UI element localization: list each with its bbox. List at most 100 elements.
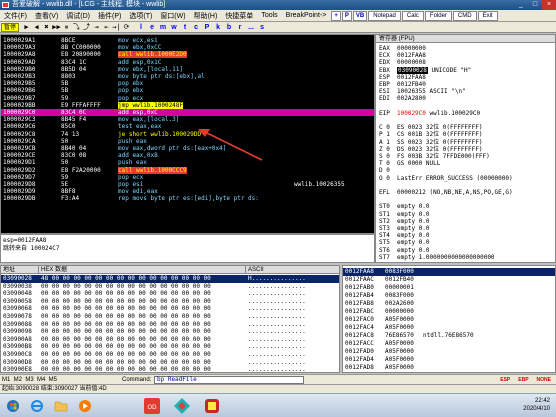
run-icon[interactable]: ▶▶ bbox=[52, 23, 61, 32]
ebp-button[interactable]: EBP bbox=[515, 376, 531, 384]
disasm-row[interactable]: 1000029B0 8B5D 04 mov ebx,[local.11] bbox=[1, 66, 374, 73]
open-icon[interactable]: ▶ bbox=[22, 23, 31, 32]
ie-icon[interactable] bbox=[28, 396, 46, 416]
disasm-row[interactable]: 1000029C0 83C4 0C add esp,0xC bbox=[1, 109, 374, 116]
debugger-taskbar-icon[interactable]: OD bbox=[140, 396, 164, 416]
register-line[interactable]: EBP 0012FB40 bbox=[379, 81, 430, 88]
register-value[interactable]: DS 0023 bbox=[397, 146, 422, 153]
disasm-row[interactable]: 1000029D1 50 push eax bbox=[1, 159, 374, 166]
register-line[interactable]: O 0 LastErr ERROR_SUCCESS (00000000) bbox=[379, 175, 513, 182]
register-value[interactable]: 03090028 bbox=[397, 66, 428, 74]
register-line[interactable]: EDI 002A2800 bbox=[379, 95, 430, 102]
plus-button[interactable]: + bbox=[331, 10, 341, 21]
register-value[interactable]: FS 003B bbox=[397, 153, 422, 160]
pause-icon[interactable]: ⏸ bbox=[62, 23, 71, 32]
notepad-button[interactable]: Notepad bbox=[368, 10, 401, 21]
disasm-row[interactable]: 1000029B7 59 pop ecx bbox=[1, 95, 374, 102]
register-line[interactable]: ST6 empty 0.0 bbox=[379, 247, 430, 254]
stack-row[interactable]: 0012FAD0 A05F0000 bbox=[343, 348, 555, 356]
register-line[interactable]: ST0 empty 0.0 bbox=[379, 203, 430, 210]
disasm-row[interactable]: 1000029C8 74 13 je short wwlib.100029DD bbox=[1, 131, 374, 138]
disasm-row[interactable]: 1000029D2 E8 F2A20000 call wwlib.1000CCC9 bbox=[1, 166, 374, 174]
register-line[interactable]: EIP 100029C0 wwlib.100029C0 bbox=[379, 110, 480, 117]
esp-button[interactable]: ESP bbox=[497, 376, 513, 384]
register-value[interactable]: 10026355 bbox=[397, 88, 426, 95]
source-window-button[interactable]: s bbox=[257, 23, 267, 32]
register-line[interactable]: ECX 0012FAA8 bbox=[379, 52, 430, 59]
disasm-row[interactable]: 1000029DB F3:A4 rep movs byte ptr es:[edi]… bbox=[1, 195, 374, 202]
dump-header-ascii[interactable]: ASCII bbox=[246, 266, 339, 274]
stack-row[interactable]: 0012FAC8 76E86570 ntdll.76E86570 bbox=[343, 332, 555, 340]
register-value[interactable]: empty bbox=[397, 239, 415, 246]
dump-header-hex[interactable]: HEX 数据 bbox=[39, 266, 246, 274]
trace-into-icon[interactable]: ⇥ bbox=[92, 23, 101, 32]
taskbar-clock[interactable]: 22:42 2020/4/10 bbox=[523, 397, 550, 413]
start-icon[interactable] bbox=[4, 396, 22, 416]
cmd-button[interactable]: CMD bbox=[452, 10, 477, 21]
folder-button[interactable]: Folder bbox=[424, 10, 452, 21]
run-trace-window-button[interactable]: ... bbox=[246, 23, 256, 32]
disassembly-pane[interactable]: 1000029A1 8BCE mov ecx,esi 1000029A3 8B CC00… bbox=[0, 34, 375, 234]
dump-row[interactable]: 03090088 00 00 00 00 00 00 00 00 00 00 00… bbox=[1, 321, 339, 329]
disasm-row[interactable]: 1000029AD 83C4 1C add esp,0x1C bbox=[1, 59, 374, 66]
disasm-row[interactable]: 1000029B5 5B pop ebx bbox=[1, 80, 374, 87]
register-line[interactable]: ST5 empty 0.0 bbox=[379, 239, 430, 246]
register-line[interactable] bbox=[379, 117, 401, 124]
register-value[interactable]: 00000000 bbox=[397, 45, 426, 52]
patches-window-button[interactable]: P bbox=[202, 23, 212, 32]
register-value[interactable]: empty bbox=[397, 247, 415, 254]
register-line[interactable]: A 1 SS 0023 32位 0(FFFFFFFF) bbox=[379, 139, 483, 146]
media-icon[interactable] bbox=[76, 396, 94, 416]
menu-file[interactable]: 文件(F) bbox=[0, 11, 31, 21]
register-line[interactable]: ST7 empty 1.0000000000000000000 bbox=[379, 254, 495, 261]
disasm-row[interactable]: 1000029D9 8BF8 mov edi,eax bbox=[1, 188, 374, 195]
stack-row[interactable]: 0012FAAC 0012FB40 bbox=[343, 276, 555, 284]
goto-icon[interactable]: ⟳ bbox=[122, 23, 131, 32]
menu-window[interactable]: 窗口(W) bbox=[156, 11, 189, 21]
register-value[interactable]: empty bbox=[397, 254, 415, 261]
dump-header-address[interactable]: 地址 bbox=[1, 266, 39, 274]
step-over-icon[interactable]: ⤴ bbox=[82, 23, 91, 32]
register-line[interactable]: EFL 00000212 (NO,NB,NE,A,NS,PO,GE,G) bbox=[379, 189, 513, 196]
register-line[interactable]: EAX 00000000 bbox=[379, 45, 430, 52]
disasm-row[interactable]: 1000029CA 50 push eax bbox=[1, 138, 374, 145]
register-line[interactable]: ST2 empty 0.0 bbox=[379, 218, 430, 225]
dump-row[interactable]: 03090098 00 00 00 00 00 00 00 00 00 00 00… bbox=[1, 328, 339, 336]
menu-help[interactable]: 帮助(H) bbox=[190, 11, 222, 21]
register-line[interactable]: ESI 10026355 ASCII "\n" bbox=[379, 88, 466, 95]
dump-row[interactable]: 030900E8 00 00 00 00 00 00 00 00 00 00 00… bbox=[1, 366, 339, 372]
callstack-window-button[interactable]: k bbox=[213, 23, 223, 32]
register-value[interactable]: empty bbox=[397, 232, 415, 239]
dump-row[interactable]: 03090028 48 00 00 00 00 00 00 00 00 00 00… bbox=[1, 275, 339, 283]
registers-pane[interactable]: 寄存器 (FPU) EAX 00000000 ECX 0012FAA8 EDX 000… bbox=[375, 34, 556, 263]
register-value[interactable]: 0012FB40 bbox=[397, 81, 426, 88]
command-input[interactable]: bp ReadFile bbox=[154, 376, 304, 384]
register-value[interactable]: GS 0000 bbox=[397, 160, 422, 167]
register-value[interactable]: 0012FAA8 bbox=[397, 52, 426, 59]
menu-debug[interactable]: 调试(D) bbox=[62, 11, 94, 21]
dump-row[interactable]: 03090038 00 00 00 00 00 00 00 00 00 00 00… bbox=[1, 283, 339, 291]
menu-breakpoint[interactable]: BreakPoint-> bbox=[282, 12, 331, 19]
stack-row[interactable]: 0012FAC0 A05F0000 bbox=[343, 316, 555, 324]
register-value[interactable]: 00000008 bbox=[397, 59, 426, 66]
disasm-row[interactable]: 1000029C6 85C0 test eax,eax bbox=[1, 123, 374, 130]
register-line[interactable]: ESP 0012FAA8 bbox=[379, 74, 430, 81]
stack-row[interactable]: 0012FAB4 0083F000 bbox=[343, 292, 555, 300]
stack-row[interactable]: 0012FAB8 002A2600 bbox=[343, 300, 555, 308]
register-line[interactable]: ST4 empty 0.0 bbox=[379, 232, 430, 239]
cpu-window-button[interactable]: c bbox=[191, 23, 201, 32]
vb-button[interactable]: VB bbox=[352, 10, 368, 21]
references-window-button[interactable]: r bbox=[235, 23, 245, 32]
register-line[interactable]: Z 0 DS 0023 32位 0(FFFFFFFF) bbox=[379, 146, 483, 153]
close-button[interactable]: × bbox=[542, 0, 556, 10]
register-value[interactable]: 0012FAA8 bbox=[397, 74, 426, 81]
disasm-row[interactable]: 1000029CE 83C0 08 add eax,0x8 bbox=[1, 152, 374, 159]
stack-row[interactable]: 0012FAC4 A05F0000 bbox=[343, 324, 555, 332]
register-line[interactable] bbox=[379, 196, 401, 203]
register-line[interactable]: EBX 03090028 UNICODE "H" bbox=[379, 66, 471, 74]
stack-row[interactable]: 0012FAD4 A05F0000 bbox=[343, 356, 555, 364]
stack-row[interactable]: 0012FAD8 A05F0000 bbox=[343, 364, 555, 372]
windows-window-button[interactable]: w bbox=[169, 23, 179, 32]
log-window-button[interactable]: l bbox=[136, 23, 146, 32]
menu-tools[interactable]: Tools bbox=[257, 12, 281, 19]
